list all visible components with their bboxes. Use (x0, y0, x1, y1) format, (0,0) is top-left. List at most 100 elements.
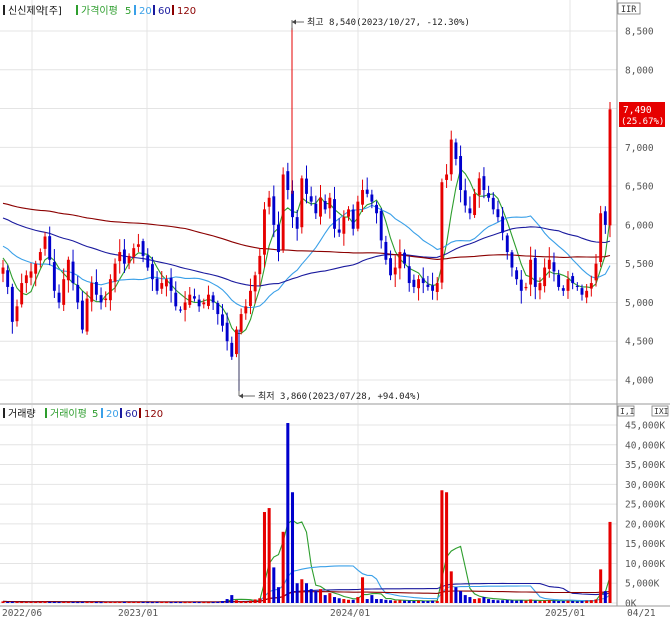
candle-body (122, 249, 126, 264)
candle-body (449, 139, 453, 175)
volume-bar (183, 602, 187, 604)
candle-body (599, 213, 603, 262)
candle-body (174, 292, 178, 307)
volume-tick-label: 25,000K (625, 500, 665, 511)
volume-bar (342, 599, 346, 603)
volume-bar (332, 597, 337, 603)
price-tick-label: 6,000 (625, 220, 654, 231)
candle-body (524, 286, 528, 289)
volume-bar (594, 599, 598, 603)
volume-bar (262, 512, 266, 603)
candle-body (10, 286, 14, 322)
arrow-head-icon (239, 393, 243, 399)
volume-close-icon[interactable]: IXI (651, 405, 669, 417)
volume-bar (431, 600, 435, 603)
volume-bar (34, 601, 38, 603)
svg-text:IXI: IXI (654, 407, 669, 416)
date-tick-label: 2022/06 (2, 608, 42, 618)
volume-bar (361, 577, 365, 603)
volume-bar (104, 602, 108, 604)
volume-bar (566, 600, 570, 603)
volume-bar (192, 601, 196, 603)
candle-body (426, 284, 430, 287)
high-annotation: 최고 8,540(2023/10/27, -12.30%) (291, 17, 470, 30)
volume-bar (463, 595, 467, 603)
price-ma60-line (2, 217, 611, 287)
volume-bar (524, 600, 528, 603)
candle-body (108, 279, 112, 301)
candle-body (202, 302, 206, 305)
volume-scale-icon[interactable]: I,I (617, 405, 635, 417)
volume-bar (589, 600, 593, 603)
candle-body (319, 197, 322, 217)
candle-body (314, 203, 318, 214)
price-tick-label: 4,000 (625, 376, 654, 387)
volume-legend-ma20: 20 (106, 409, 119, 420)
candle-body (80, 300, 84, 330)
volume-bar (599, 569, 603, 603)
volume-bar (20, 602, 24, 604)
candle-body (445, 174, 449, 180)
volume-bar (585, 600, 589, 603)
candle-body (440, 182, 444, 283)
candle-body (566, 279, 570, 291)
volume-bar (501, 600, 505, 603)
price-axis-ticks: 8,5008,0007,5007,0006,5006,0005,5005,000… (625, 27, 654, 387)
candle-body (543, 267, 547, 287)
candle-body (164, 279, 168, 287)
price-legend-ma-label: 가격이평 (81, 4, 118, 17)
candle-body (365, 189, 369, 194)
candle-body (192, 296, 196, 299)
last-price-value: 7,490 (623, 105, 652, 116)
volume-bar (1, 601, 5, 603)
volume-bar (239, 601, 243, 603)
candle-body (309, 196, 313, 202)
legend-marker-icon (172, 5, 174, 15)
candle-body (85, 298, 89, 332)
candle-body (323, 200, 327, 210)
candle-body (547, 259, 551, 269)
volume-tick-label: 15,000K (625, 539, 665, 550)
volume-axis-ticks: 45,000K 40,000K 35,000K 30,000K 25,000K 20,00… (625, 421, 665, 610)
candle-body (113, 263, 117, 282)
candle-body (132, 248, 136, 257)
price-tick-label: 8,000 (625, 65, 654, 76)
candle-body (62, 279, 66, 305)
volume-bar (510, 600, 514, 603)
candle-body (403, 252, 407, 264)
candle-body (328, 197, 332, 209)
candle-body (603, 211, 607, 225)
candle-body (375, 204, 378, 214)
candle-body (90, 283, 94, 302)
price-tick-label: 6,500 (625, 182, 654, 193)
price-legend: 신신제약[주] 가격이평 5 20 60 120 (3, 4, 196, 17)
candle-body (431, 285, 435, 291)
panel-scale-icon[interactable]: IIR (617, 2, 641, 15)
volume-bar (202, 602, 206, 604)
volume-bar (304, 583, 309, 603)
volume-tick-label: 5,000K (625, 579, 660, 590)
volume-bar (426, 601, 430, 603)
candle-body (211, 295, 215, 303)
price-tick-label: 5,500 (625, 259, 654, 270)
volume-bar (57, 602, 61, 604)
candle-body (510, 252, 514, 268)
volume-bar (230, 595, 234, 603)
candlestick-series (1, 27, 612, 391)
candle-body (1, 267, 5, 274)
volume-bar (155, 602, 159, 604)
candle-body (29, 271, 33, 278)
volume-bar (379, 599, 383, 603)
volume-bar (132, 601, 136, 603)
candle-body (473, 193, 477, 216)
candle-body (300, 178, 304, 228)
volume-bar (482, 597, 486, 603)
volume-bar (225, 599, 229, 603)
volume-bar (529, 599, 533, 603)
candle-body (118, 252, 122, 262)
volume-bar (10, 601, 14, 603)
volume-bar (290, 492, 295, 603)
volume-bar (398, 600, 402, 603)
volume-bar (38, 601, 42, 603)
high-annotation-text: 최고 8,540(2023/10/27, -12.30%) (307, 17, 470, 28)
